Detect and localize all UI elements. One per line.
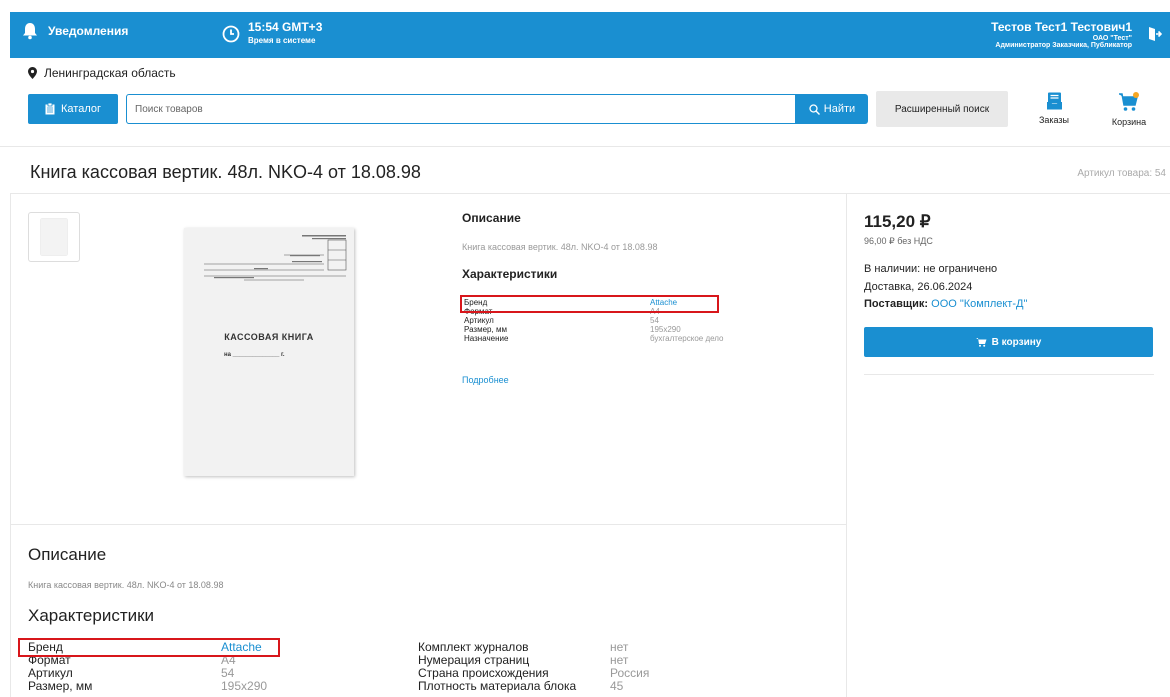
search-box bbox=[126, 94, 796, 124]
thumbnail-image bbox=[41, 219, 67, 255]
supplier-label: Поставщик: bbox=[864, 298, 929, 310]
top-bar: Уведомления 15:54 GMT+3 Время в системе … bbox=[10, 12, 1170, 58]
clipboard-icon bbox=[45, 103, 55, 115]
time-caption: Время в системе bbox=[248, 36, 316, 45]
highlight-box bbox=[18, 638, 280, 657]
user-roles: Администратор Заказчика, Публикатор bbox=[995, 42, 1132, 49]
char-key: Размер, мм bbox=[464, 325, 507, 334]
bell-icon bbox=[23, 23, 37, 40]
supplier-info: Поставщик: ООО "Комплект-Д" bbox=[864, 298, 1027, 310]
char-row-size: Размер, мм 195x290 bbox=[464, 325, 724, 334]
system-time: 15:54 GMT+3 Время в системе bbox=[222, 20, 322, 45]
char-value: 45 bbox=[610, 679, 624, 693]
divider bbox=[10, 524, 846, 525]
product-image: КАССОВАЯ КНИГА на ______________ г. bbox=[184, 228, 354, 476]
find-label: Найти bbox=[823, 103, 856, 115]
product-thumbnail[interactable] bbox=[28, 212, 80, 262]
price-without-vat: 96,00 ₽ без НДС bbox=[864, 236, 933, 246]
advanced-search-button[interactable]: Расширенный поиск bbox=[876, 91, 1008, 127]
details-characteristics-heading: Характеристики bbox=[28, 606, 155, 625]
divider bbox=[846, 193, 847, 697]
details-characteristics-col-2: Комплект журналов нет Нумерация страниц … bbox=[418, 641, 649, 693]
location-selector[interactable]: Ленинградская область bbox=[28, 66, 176, 80]
logout-icon[interactable] bbox=[1148, 26, 1162, 42]
user-menu[interactable]: Тестов Тест1 Тестович1 ОАО "Тест" Админи… bbox=[991, 20, 1132, 49]
details-description-heading: Описание bbox=[28, 545, 107, 564]
char-value: 195x290 bbox=[650, 325, 681, 334]
highlight-box bbox=[460, 295, 719, 313]
add-to-cart-label: В корзину bbox=[991, 336, 1042, 348]
cart-icon bbox=[1119, 92, 1139, 111]
char-key: Артикул bbox=[464, 316, 494, 325]
char-key: Размер, мм bbox=[28, 679, 93, 693]
orders-icon bbox=[1046, 92, 1062, 110]
user-name: Тестов Тест1 Тестович1 bbox=[991, 20, 1132, 34]
cart-icon bbox=[975, 338, 987, 347]
char-key: Назначение bbox=[464, 334, 509, 343]
catalog-button[interactable]: Каталог bbox=[28, 94, 118, 124]
user-organization: ОАО "Тест" bbox=[1092, 35, 1132, 42]
more-details-link[interactable]: Подробнее bbox=[462, 375, 509, 385]
book-title: КАССОВАЯ КНИГА bbox=[224, 332, 314, 342]
details-description-text: Книга кассовая вертик. 48л. NKO-4 от 18.… bbox=[28, 580, 224, 590]
char-row-sku: Артикул 54 bbox=[464, 316, 724, 325]
cart-label: Корзина bbox=[1111, 117, 1147, 127]
location-pin-icon bbox=[28, 67, 37, 79]
product-sku: Артикул товара: 54 bbox=[1077, 168, 1166, 179]
search-input[interactable] bbox=[127, 95, 795, 123]
cart-link[interactable]: Корзина bbox=[1104, 92, 1154, 127]
char-value: 195x290 bbox=[221, 679, 268, 693]
table-row: Размер, мм 195x290 bbox=[28, 680, 267, 693]
find-button[interactable]: Найти bbox=[796, 94, 868, 124]
char-value: бухгалтерское дело bbox=[650, 334, 724, 343]
delivery-date: Доставка, 26.06.2024 bbox=[864, 281, 973, 293]
clock-icon bbox=[222, 25, 240, 43]
table-row: Плотность материала блока 45 bbox=[418, 680, 649, 693]
add-to-cart-button[interactable]: В корзину bbox=[864, 327, 1153, 357]
divider bbox=[864, 374, 1154, 375]
location-label: Ленинградская область bbox=[44, 66, 176, 80]
divider bbox=[10, 193, 11, 697]
stock-status: В наличии: не ограничено bbox=[864, 263, 998, 275]
divider bbox=[10, 193, 1170, 194]
description-heading: Описание bbox=[462, 211, 521, 225]
book-date-line: на ______________ г. bbox=[224, 352, 285, 358]
description-text: Книга кассовая вертик. 48л. NKO-4 от 18.… bbox=[462, 242, 658, 252]
notifications-button[interactable]: Уведомления bbox=[22, 22, 128, 40]
time-value: 15:54 GMT+3 bbox=[248, 20, 323, 34]
characteristics-heading: Характеристики bbox=[462, 267, 558, 281]
supplier-link[interactable]: ООО "Комплект-Д" bbox=[931, 298, 1027, 310]
char-key: Плотность материала блока bbox=[418, 679, 577, 693]
orders-link[interactable]: Заказы bbox=[1034, 92, 1074, 125]
divider bbox=[0, 146, 1170, 147]
notifications-label: Уведомления bbox=[48, 24, 129, 38]
search-icon bbox=[809, 103, 820, 115]
catalog-label: Каталог bbox=[61, 103, 101, 115]
orders-label: Заказы bbox=[1038, 115, 1070, 125]
char-row-purpose: Назначение бухгалтерское дело bbox=[464, 334, 724, 343]
char-value: 54 bbox=[650, 316, 659, 325]
product-price: 115,20 ₽ bbox=[864, 212, 931, 231]
product-title: Книга кассовая вертик. 48л. NKO-4 от 18.… bbox=[30, 162, 421, 182]
